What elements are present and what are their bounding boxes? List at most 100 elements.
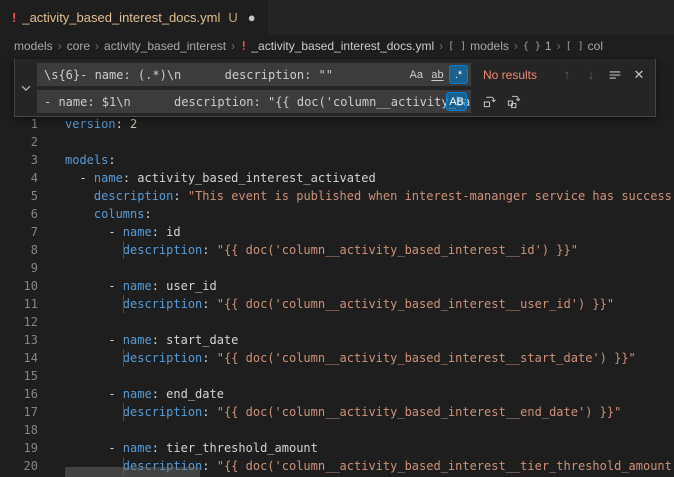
chevron-down-icon bbox=[19, 81, 33, 95]
line-number[interactable]: 15 bbox=[0, 367, 38, 385]
breadcrumb-separator-icon: › bbox=[557, 39, 561, 53]
breadcrumb-item[interactable]: models bbox=[14, 39, 53, 53]
array-icon: [ ] bbox=[448, 41, 466, 52]
tab-filename: _activity_based_interest_docs.yml bbox=[22, 10, 220, 25]
line-number[interactable]: 12 bbox=[0, 313, 38, 331]
code-lines: 1 version: 2 23models:4 - name: activity_b… bbox=[0, 57, 674, 475]
previous-match-button[interactable]: ↑ bbox=[557, 65, 577, 85]
line-number[interactable]: 3 bbox=[0, 151, 38, 169]
replace-button[interactable] bbox=[479, 92, 499, 112]
replace-row: - name: $1\n description: "{{ doc('colum… bbox=[37, 90, 649, 113]
regex-button[interactable]: .* bbox=[449, 65, 468, 84]
line-number[interactable]: 17 bbox=[0, 403, 38, 421]
line-number[interactable]: 19 bbox=[0, 439, 38, 457]
breadcrumb-item[interactable]: [ ]col bbox=[566, 39, 603, 53]
breadcrumb-item[interactable]: activity_based_interest bbox=[104, 39, 226, 53]
breadcrumb: models › core › activity_based_interest ›! _ac… bbox=[0, 35, 674, 57]
whole-word-button[interactable]: ab bbox=[428, 65, 447, 84]
code-line-content: - name: id bbox=[65, 223, 181, 241]
editor[interactable]: \s{6}- name: (.*)\n description: "" Aa a… bbox=[0, 57, 674, 477]
line-number[interactable]: 9 bbox=[0, 259, 38, 277]
line-number[interactable]: 11 bbox=[0, 295, 38, 313]
find-options: Aa ab .* bbox=[407, 65, 468, 84]
git-status-badge: U bbox=[228, 10, 237, 25]
dirty-indicator-icon[interactable]: ● bbox=[248, 10, 256, 25]
breadcrumb-item[interactable]: ! _activity_based_interest_docs.yml bbox=[240, 39, 434, 53]
line-number[interactable]: 8 bbox=[0, 241, 38, 259]
code-line[interactable]: 15 bbox=[0, 367, 674, 385]
tab-activity-based-interest-docs[interactable]: ! _activity_based_interest_docs.yml U ● bbox=[0, 0, 269, 35]
code-line-content: description: "{{ doc('column__activity_b… bbox=[65, 349, 636, 367]
horizontal-scrollbar[interactable] bbox=[65, 467, 200, 477]
code-line-content: version: 2 bbox=[65, 115, 137, 133]
tab-bar: ! _activity_based_interest_docs.yml U ● bbox=[0, 0, 674, 35]
code-line[interactable]: 4 - name: activity_based_interest_activa… bbox=[0, 169, 674, 187]
code-line[interactable]: 1 version: 2 bbox=[0, 115, 674, 133]
code-line-content: description: "{{ doc('column__activity_b… bbox=[65, 403, 621, 421]
line-number[interactable]: 4 bbox=[0, 169, 38, 187]
line-number[interactable]: 14 bbox=[0, 349, 38, 367]
breadcrumb-separator-icon: › bbox=[439, 39, 443, 53]
code-line[interactable]: 5 description: "This event is published … bbox=[0, 187, 674, 205]
match-case-button[interactable]: Aa bbox=[407, 65, 426, 84]
code-line[interactable]: 8 description: "{{ doc('column__activity… bbox=[0, 241, 674, 259]
breadcrumb-item-label: activity_based_interest bbox=[104, 39, 226, 53]
replace-value-text: - name: $1\n description: "{{ doc('colum… bbox=[44, 95, 470, 109]
line-number[interactable]: 6 bbox=[0, 205, 38, 223]
breadcrumb-item[interactable]: [ ]models bbox=[448, 39, 509, 53]
code-line[interactable]: 11 description: "{{ doc('column__activit… bbox=[0, 295, 674, 313]
line-number[interactable]: 10 bbox=[0, 277, 38, 295]
breadcrumb-item-label: 1 bbox=[545, 39, 552, 53]
indent-guide bbox=[123, 241, 124, 259]
code-line[interactable]: 16 - name: end_date bbox=[0, 385, 674, 403]
code-line[interactable]: 2 bbox=[0, 133, 674, 151]
code-line[interactable]: 18 bbox=[0, 421, 674, 439]
code-line[interactable]: 19 - name: tier_threshold_amount bbox=[0, 439, 674, 457]
line-number[interactable]: 18 bbox=[0, 421, 38, 439]
code-line[interactable]: 12 bbox=[0, 313, 674, 331]
error-icon: ! bbox=[12, 10, 16, 25]
code-line[interactable]: 9 bbox=[0, 259, 674, 277]
preserve-case-button[interactable]: AB bbox=[446, 92, 467, 111]
object-icon: { } bbox=[523, 41, 541, 52]
code-line-content: columns: bbox=[65, 205, 152, 223]
breadcrumb-separator-icon: › bbox=[231, 39, 235, 53]
indent-guide bbox=[123, 349, 124, 367]
breadcrumb-item-label: models bbox=[14, 39, 53, 53]
breadcrumb-item-label: col bbox=[588, 39, 603, 53]
toggle-replace-button[interactable] bbox=[15, 59, 35, 116]
find-row: \s{6}- name: (.*)\n description: "" Aa a… bbox=[37, 63, 649, 86]
line-number[interactable]: 13 bbox=[0, 331, 38, 349]
code-line[interactable]: 17 description: "{{ doc('column__activit… bbox=[0, 403, 674, 421]
breadcrumb-separator-icon: › bbox=[514, 39, 518, 53]
code-line[interactable]: 14 description: "{{ doc('column__activit… bbox=[0, 349, 674, 367]
line-number[interactable]: 5 bbox=[0, 187, 38, 205]
code-line[interactable]: 10 - name: user_id bbox=[0, 277, 674, 295]
replace-input[interactable]: - name: $1\n description: "{{ doc('colum… bbox=[37, 90, 471, 113]
code-line[interactable]: 13 - name: start_date bbox=[0, 331, 674, 349]
breadcrumb-separator-icon: › bbox=[95, 39, 99, 53]
code-line[interactable]: 7 - name: id bbox=[0, 223, 674, 241]
error-icon: ! bbox=[240, 39, 247, 53]
line-number[interactable]: 16 bbox=[0, 385, 38, 403]
code-line-content: - name: tier_threshold_amount bbox=[65, 439, 318, 457]
replace-all-button[interactable] bbox=[503, 92, 523, 112]
find-input[interactable]: \s{6}- name: (.*)\n description: "" Aa a… bbox=[37, 63, 471, 86]
next-match-button[interactable]: ↓ bbox=[581, 65, 601, 85]
close-find-button[interactable]: ✕ bbox=[629, 65, 649, 85]
line-number[interactable]: 20 bbox=[0, 457, 38, 475]
line-number[interactable]: 7 bbox=[0, 223, 38, 241]
code-line-content: - name: start_date bbox=[65, 331, 238, 349]
breadcrumb-item[interactable]: core bbox=[67, 39, 90, 53]
line-number[interactable]: 1 bbox=[0, 115, 38, 133]
find-in-selection-button[interactable] bbox=[605, 65, 625, 85]
breadcrumb-item-label: core bbox=[67, 39, 90, 53]
code-line-content: description: "This event is published wh… bbox=[65, 187, 672, 205]
code-line[interactable]: 6 columns: bbox=[0, 205, 674, 223]
code-line[interactable]: 3models: bbox=[0, 151, 674, 169]
code-line-content: - name: activity_based_interest_activate… bbox=[65, 169, 376, 187]
breadcrumb-item-label: _activity_based_interest_docs.yml bbox=[251, 39, 434, 53]
breadcrumb-item[interactable]: { } 1 bbox=[523, 39, 552, 53]
indent-guide bbox=[123, 295, 124, 313]
line-number[interactable]: 2 bbox=[0, 133, 38, 151]
